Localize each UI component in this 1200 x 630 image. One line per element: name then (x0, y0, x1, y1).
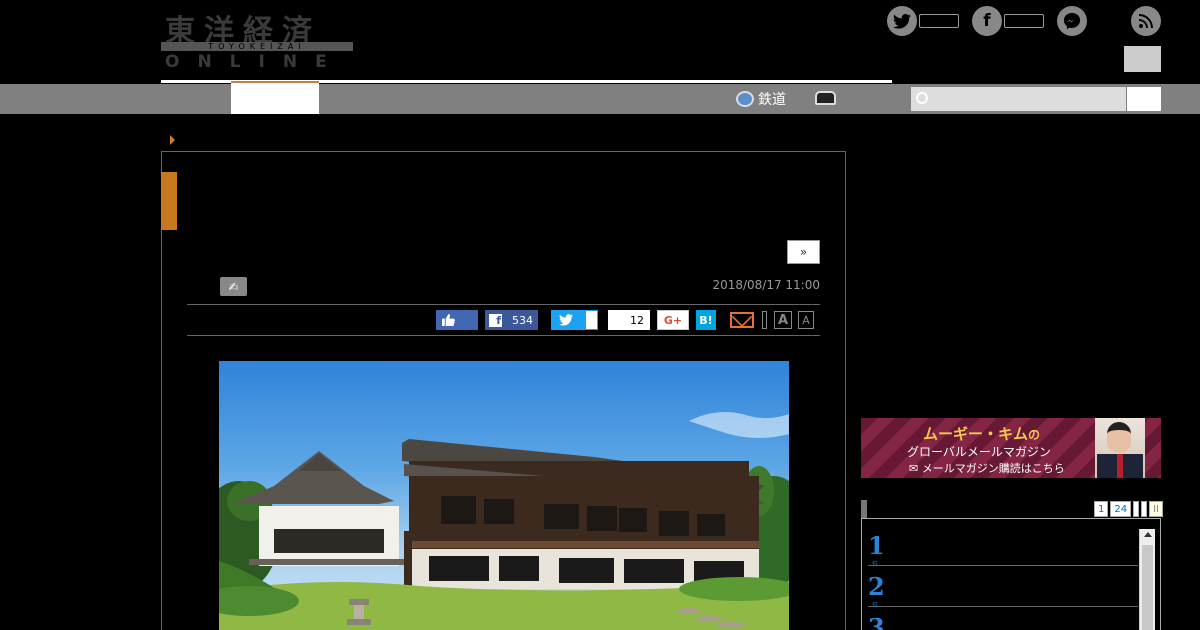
article-photo (219, 361, 789, 630)
banner-title: ムーギー・キムの (923, 425, 1041, 443)
banner-portrait (1095, 418, 1145, 478)
banner-subtitle: グローバルメールマガジン (907, 445, 1051, 459)
banner-cta: ✉ メールマガジン購読はこちら (909, 462, 1065, 475)
font-size-small-button[interactable]: A (798, 311, 814, 329)
nav-rail-label: 鉄道 (758, 92, 786, 108)
article-date: 2018/08/17 11:00 (712, 278, 820, 292)
rss-link[interactable] (1131, 6, 1161, 36)
pocket-button[interactable]: 12 (608, 310, 650, 330)
nav-tab-active[interactable] (231, 81, 319, 114)
facebook-follow[interactable]: f (972, 6, 1044, 36)
ranking-tab-24[interactable]: 24 (1110, 501, 1132, 517)
ranking-tab-3[interactable] (1133, 501, 1140, 517)
page: 東洋経済 TOYOKEIZAI ONLINE f 鉄道 » ✍ 2018/08/… (0, 0, 1200, 630)
ranking-period-tabs: 1 24 II (1094, 501, 1164, 517)
share-divider (762, 311, 767, 329)
ranking-number: 3 (868, 613, 885, 630)
thumbs-up-icon (442, 314, 455, 326)
logo-online: ONLINE (165, 52, 345, 72)
logo-roman: TOYOKEIZAI (208, 42, 306, 51)
like-button[interactable] (436, 310, 478, 330)
messenger-icon[interactable] (1057, 6, 1087, 36)
envelope-icon: ✉ (909, 462, 919, 475)
twitter-follow[interactable] (887, 6, 959, 36)
ranking-tab-5[interactable]: II (1149, 501, 1164, 517)
font-size-large-button[interactable]: A (774, 311, 792, 329)
search-icon (916, 92, 928, 104)
ranking-tab-1[interactable]: 1 (1094, 501, 1109, 517)
site-logo[interactable]: 東洋経済 TOYOKEIZAI ONLINE (161, 6, 353, 72)
scrollbar-thumb[interactable] (1142, 545, 1153, 630)
ranking-number: 2 (868, 572, 885, 601)
share-bar-bottom-rule (187, 335, 820, 336)
ranking-item[interactable]: 1 位 (868, 529, 1138, 568)
tweet-count-box (585, 310, 598, 330)
article-title-marker (161, 172, 177, 230)
facebook-share-count: 534 (512, 313, 533, 327)
hatena-bookmark-button[interactable]: B! (696, 310, 716, 330)
next-page-button[interactable]: » (787, 240, 820, 264)
ranking-tab-marker (861, 500, 867, 518)
ranking-suffix: 位 (872, 602, 879, 609)
facebook-count-pill (1004, 14, 1044, 28)
messenger-follow[interactable] (1057, 6, 1087, 36)
rss-icon[interactable] (1131, 6, 1161, 36)
ranking-suffix: 位 (872, 561, 879, 568)
facebook-icon[interactable]: f (972, 6, 1002, 36)
nav-rail-link[interactable]: 鉄道 (736, 84, 786, 114)
twitter-count-pill (919, 14, 959, 28)
pocket-count: 12 (630, 313, 644, 327)
facebook-share-button[interactable]: f 534 (485, 310, 538, 330)
ranking-number: 1 (868, 531, 885, 560)
ranking-item[interactable]: 2 位 (868, 570, 1138, 609)
twitter-icon[interactable] (887, 6, 917, 36)
ranking-item[interactable]: 3 (868, 611, 1138, 630)
facebook-share-icon: f (489, 313, 502, 327)
header-menu-button[interactable] (1124, 46, 1161, 72)
search-input[interactable] (911, 87, 1126, 111)
train-icon (736, 91, 754, 107)
ranking-scrollbar[interactable] (1139, 529, 1155, 630)
google-plus-button[interactable]: G+ (657, 310, 689, 330)
breadcrumb-arrow-icon (170, 135, 175, 145)
scroll-up-icon[interactable] (1144, 532, 1152, 537)
share-bar-top-rule (187, 304, 820, 305)
ranking-tab-4[interactable] (1141, 501, 1148, 517)
mail-magazine-banner[interactable]: ムーギー・キムの グローバルメールマガジン ✉ メールマガジン購読はこちら (861, 418, 1161, 478)
car-icon[interactable] (815, 91, 836, 105)
author-icon[interactable]: ✍ (220, 277, 247, 296)
search-button[interactable] (1127, 87, 1161, 111)
twitter-share-icon (559, 314, 573, 326)
mail-share-icon[interactable] (730, 312, 754, 328)
